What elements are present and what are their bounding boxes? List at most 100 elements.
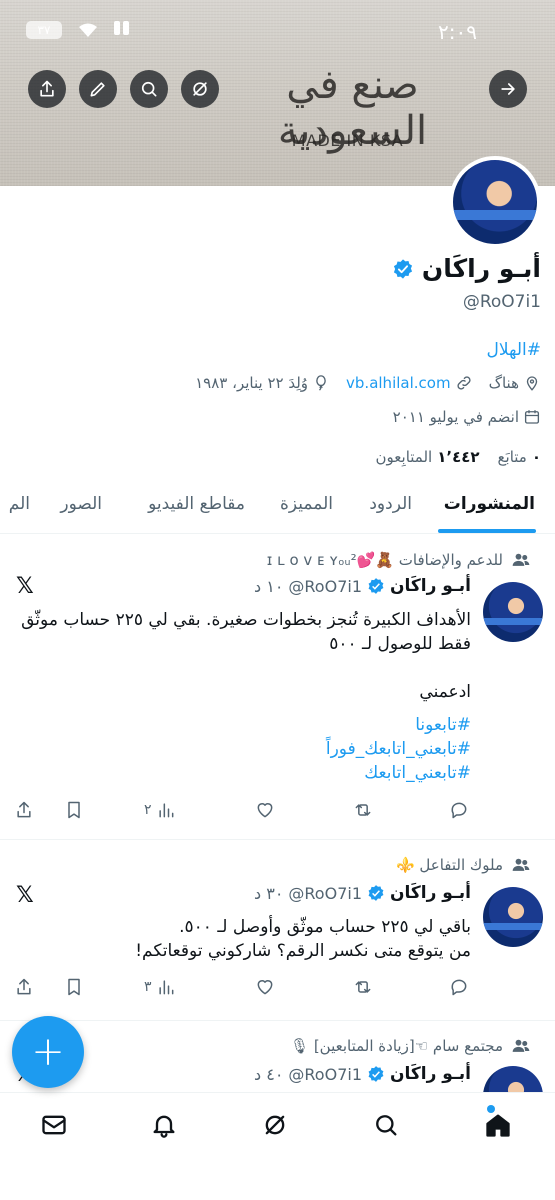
arrow-right-icon	[501, 83, 515, 95]
reply-button[interactable]	[449, 800, 469, 820]
back-button[interactable]	[489, 70, 527, 108]
hashtag-link[interactable]: #تابعني_اتابعك_فوراً	[326, 737, 471, 761]
status-bar: ٣٧ ٢:٠٩	[0, 0, 555, 64]
post-text: الأهداف الكبيرة تُنجز بخطوات صغيرة. بقي …	[21, 610, 471, 702]
tab-replies[interactable]: الردود	[369, 494, 412, 514]
community-icon	[512, 1039, 530, 1052]
website[interactable]: vb.alhilal.com	[346, 374, 473, 392]
grok-icon	[193, 82, 207, 96]
edit-button[interactable]	[79, 70, 117, 108]
avatar[interactable]	[483, 1066, 543, 1092]
bookmark-button[interactable]	[64, 800, 84, 820]
profile-handle: @RoO7i1	[462, 292, 541, 312]
views-button[interactable]: ٢	[144, 800, 176, 820]
comment-icon	[451, 802, 467, 819]
tab-highlights[interactable]: المميزة	[280, 494, 333, 514]
share-button[interactable]	[14, 977, 34, 997]
bookmark-button[interactable]	[64, 977, 84, 997]
community-icon	[512, 553, 530, 566]
compose-button[interactable]: +	[12, 1016, 84, 1088]
post-header: أبـو راكَان @RoO7i1 ١٠ د	[254, 576, 471, 596]
reply-button[interactable]	[449, 977, 469, 997]
following-link[interactable]: ٠متابَع	[498, 448, 541, 466]
search-button[interactable]	[130, 70, 168, 108]
battery-icon: ٣٧	[26, 20, 62, 39]
nav-notifications[interactable]	[148, 1109, 180, 1141]
post-actions: ٢	[0, 800, 555, 830]
bottom-nav	[0, 1092, 555, 1200]
tab-media[interactable]: الم	[9, 494, 30, 514]
birthday: وُلِدَ ٢٢ يناير، ١٩٨٣	[195, 374, 330, 392]
community-label[interactable]: ملوك التفاعل ⚜️	[396, 855, 531, 875]
repost-icon	[355, 981, 371, 993]
joined-date: انضم في يوليو ٢٠١١	[393, 408, 541, 426]
bookmark-icon	[68, 978, 80, 996]
share-icon	[17, 978, 31, 995]
balloon-icon	[316, 375, 326, 391]
repost-icon	[355, 804, 371, 816]
analytics-icon	[158, 803, 173, 818]
bell-icon	[153, 1115, 175, 1138]
link-icon	[457, 376, 471, 390]
x-logo-icon: 𝕏	[16, 883, 34, 908]
share-icon	[40, 80, 54, 97]
nav-search[interactable]	[370, 1109, 402, 1141]
comment-icon	[451, 979, 467, 996]
analytics-icon	[158, 980, 173, 995]
profile-tabs: المنشورات الردود المميزة مقاطع الفيديو ا…	[0, 484, 555, 534]
avatar[interactable]	[483, 582, 543, 642]
profile-bio[interactable]: #الهلال	[487, 340, 541, 360]
pencil-icon	[90, 82, 105, 97]
profile-avatar[interactable]	[449, 156, 541, 248]
profile-meta: هناگ vb.alhilal.com وُلِدَ ٢٢ يناير، ١٩٨…	[195, 374, 541, 392]
followers-link[interactable]: ١٬٤٤٢المتابِعون	[376, 448, 480, 466]
verified-badge-icon	[368, 1066, 384, 1082]
verified-badge-icon[interactable]	[392, 258, 414, 280]
verified-badge-icon	[368, 578, 384, 594]
repost-button[interactable]	[353, 800, 373, 820]
banner-subtitle: MADE IN KSA	[291, 131, 404, 150]
post[interactable]: ملوك التفاعل ⚜️ أبـو راكَان @RoO7i1 ٣٠ د…	[0, 841, 555, 1021]
heart-icon	[257, 980, 273, 995]
like-button[interactable]	[255, 800, 275, 820]
nav-messages[interactable]	[38, 1109, 70, 1141]
post-header: أبـو راكَان @RoO7i1 ٤٠ د	[254, 1064, 471, 1084]
community-label[interactable]: مجتمع سام ☜[زيادة المتابعين] 🎙	[290, 1036, 531, 1056]
views-button[interactable]: ٣	[144, 977, 176, 997]
tab-photos[interactable]: الصور	[60, 494, 102, 514]
post[interactable]: للدعم والإضافات 🧸💕ɪ ʟ ᴏ ᴠ ᴇ ʏₒᵤ² أبـو را…	[0, 536, 555, 840]
share-button[interactable]	[28, 70, 66, 108]
signal-icon	[114, 20, 132, 39]
status-time: ٢:٠٩	[438, 20, 477, 44]
location-icon	[526, 376, 538, 391]
plus-icon: +	[31, 1029, 65, 1075]
tab-posts[interactable]: المنشورات	[444, 494, 535, 514]
avatar[interactable]	[483, 887, 543, 947]
hashtag-link[interactable]: #تابعونا	[326, 713, 471, 737]
repost-button[interactable]	[353, 977, 373, 997]
grok-icon	[265, 1115, 285, 1135]
x-logo-icon: 𝕏	[16, 574, 34, 599]
nav-home[interactable]	[482, 1109, 514, 1141]
home-icon	[486, 1114, 510, 1137]
share-icon	[17, 801, 31, 818]
search-icon	[141, 81, 157, 97]
heart-icon	[257, 803, 273, 818]
nav-grok[interactable]	[259, 1109, 291, 1141]
profile-name-row: أبـو راكَان	[392, 254, 541, 283]
community-label[interactable]: للدعم والإضافات 🧸💕ɪ ʟ ᴏ ᴠ ᴇ ʏₒᵤ²	[267, 550, 531, 570]
post-text: باقي لي ٢٢٥ حساب موثّق وأوصل لـ ٥٠٠. من …	[135, 917, 471, 961]
verified-badge-icon	[368, 885, 384, 901]
grok-button[interactable]	[181, 70, 219, 108]
post-actions: ٣	[0, 977, 555, 1007]
post-hashtags: #تابعونا #تابعني_اتابعك_فوراً #تابعني_ات…	[326, 713, 471, 785]
hashtag-link[interactable]: #تابعني_اتابعك	[326, 761, 471, 785]
wifi-icon	[79, 23, 97, 37]
location: هناگ	[489, 374, 541, 392]
community-icon	[512, 858, 530, 871]
tab-videos[interactable]: مقاطع الفيديو	[148, 494, 245, 514]
share-button[interactable]	[14, 800, 34, 820]
bookmark-icon	[68, 801, 80, 819]
like-button[interactable]	[255, 977, 275, 997]
active-tab-indicator	[438, 529, 536, 533]
